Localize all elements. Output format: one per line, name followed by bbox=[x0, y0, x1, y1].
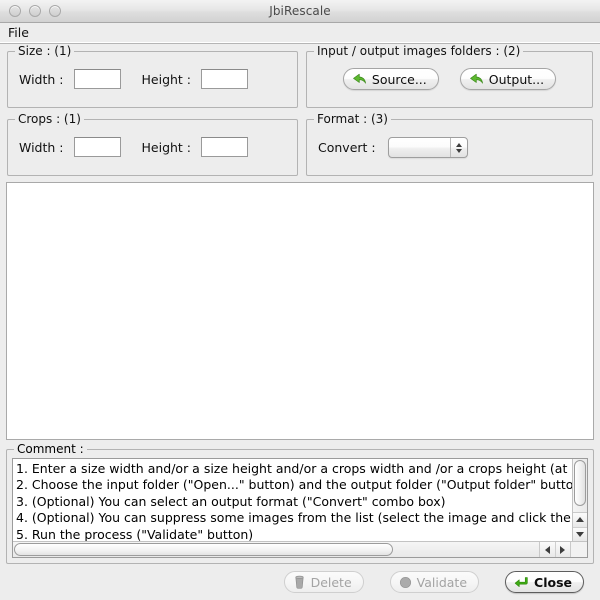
crops-height-input[interactable] bbox=[201, 137, 249, 157]
close-button[interactable] bbox=[9, 5, 21, 17]
window-controls bbox=[9, 5, 61, 17]
comment-line: 5. Run the process ("Validate" button) bbox=[16, 526, 254, 541]
crops-width-input[interactable] bbox=[73, 137, 121, 157]
green-curved-arrow-icon bbox=[469, 73, 484, 86]
crops-height-label: Height : bbox=[141, 139, 192, 155]
comment-scrollpane: 1. Enter a size width and/or a size heig… bbox=[12, 458, 588, 558]
size-height-input[interactable] bbox=[201, 69, 249, 89]
comment-group-title: Comment : bbox=[14, 443, 87, 455]
comment-line: 1. Enter a size width and/or a size heig… bbox=[16, 461, 572, 476]
title-bar: JbiRescale bbox=[0, 0, 600, 23]
scrollbar-corner bbox=[570, 542, 587, 557]
application-window: JbiRescale File Size : (1) Width : Heigh… bbox=[0, 0, 600, 600]
format-group: Format : (3) Convert : bbox=[306, 113, 593, 176]
crops-group: Crops : (1) Width : Height : bbox=[7, 113, 298, 176]
comment-line: 2. Choose the input folder ("Open..." bu… bbox=[16, 477, 572, 493]
chevron-updown-icon bbox=[449, 138, 467, 157]
comment-horizontal-scrollbar[interactable] bbox=[13, 541, 587, 557]
format-group-title: Format : (3) bbox=[314, 113, 391, 125]
triangle-up-icon bbox=[576, 517, 584, 523]
size-group: Size : (1) Width : Height : bbox=[7, 45, 298, 108]
crops-group-title: Crops : (1) bbox=[15, 113, 84, 125]
convert-combobox-value bbox=[389, 138, 450, 157]
close-button-footer[interactable]: Close bbox=[505, 571, 584, 593]
source-button[interactable]: Source... bbox=[342, 68, 439, 90]
horizontal-scroll-thumb[interactable] bbox=[14, 543, 393, 556]
circle-icon bbox=[399, 576, 412, 589]
size-width-label: Width : bbox=[19, 71, 64, 87]
delete-button-label: Delete bbox=[310, 574, 352, 590]
convert-combobox[interactable] bbox=[387, 137, 468, 158]
validate-button-label: Validate bbox=[416, 574, 468, 590]
window-title: JbiRescale bbox=[269, 4, 331, 18]
triangle-down-icon bbox=[576, 531, 584, 537]
scroll-down-button[interactable] bbox=[573, 527, 587, 541]
crops-width-label: Width : bbox=[19, 139, 64, 155]
close-button-label: Close bbox=[534, 574, 572, 590]
size-width-input[interactable] bbox=[73, 69, 121, 89]
validate-button[interactable]: Validate bbox=[389, 571, 480, 593]
comment-group: Comment : 1. Enter a size width and/or a… bbox=[6, 443, 594, 564]
scroll-up-button[interactable] bbox=[573, 513, 587, 528]
image-list[interactable] bbox=[6, 182, 594, 440]
menu-bar: File bbox=[0, 23, 600, 44]
triangle-left-icon bbox=[544, 545, 550, 554]
triangle-right-icon bbox=[560, 545, 566, 554]
convert-label: Convert : bbox=[318, 140, 376, 155]
horizontal-scroll-track[interactable] bbox=[13, 542, 539, 557]
folders-group-title: Input / output images folders : (2) bbox=[314, 45, 524, 57]
comment-text: 1. Enter a size width and/or a size heig… bbox=[13, 459, 572, 541]
size-height-label: Height : bbox=[141, 71, 192, 87]
vertical-scroll-thumb[interactable] bbox=[574, 460, 586, 506]
comment-line: 4. (Optional) You can suppress some imag… bbox=[16, 510, 572, 526]
output-button[interactable]: Output... bbox=[459, 68, 557, 90]
comment-vertical-scrollbar[interactable] bbox=[572, 459, 587, 541]
size-group-title: Size : (1) bbox=[15, 45, 75, 57]
delete-button[interactable]: Delete bbox=[283, 571, 364, 593]
zoom-button[interactable] bbox=[49, 5, 61, 17]
minimize-button[interactable] bbox=[29, 5, 41, 17]
scroll-left-button[interactable] bbox=[540, 542, 556, 557]
trash-icon bbox=[293, 575, 306, 589]
vertical-scroll-track[interactable] bbox=[573, 459, 587, 512]
enter-arrow-icon bbox=[514, 576, 529, 589]
comment-line: 3. (Optional) You can select an output f… bbox=[16, 493, 446, 509]
row-crops-format: Crops : (1) Width : Height : Format : (3… bbox=[0, 108, 600, 176]
scroll-right-button[interactable] bbox=[555, 542, 570, 557]
menu-file[interactable]: File bbox=[0, 24, 36, 42]
folders-group: Input / output images folders : (2) Sour… bbox=[306, 45, 593, 108]
output-button-label: Output... bbox=[488, 71, 545, 87]
main-content: Size : (1) Width : Height : Input / outp… bbox=[0, 44, 600, 600]
footer-button-bar: Delete Validate Close bbox=[0, 564, 600, 600]
row-size-folders: Size : (1) Width : Height : Input / outp… bbox=[0, 44, 600, 108]
source-button-label: Source... bbox=[371, 71, 427, 87]
green-curved-arrow-icon bbox=[352, 73, 367, 86]
